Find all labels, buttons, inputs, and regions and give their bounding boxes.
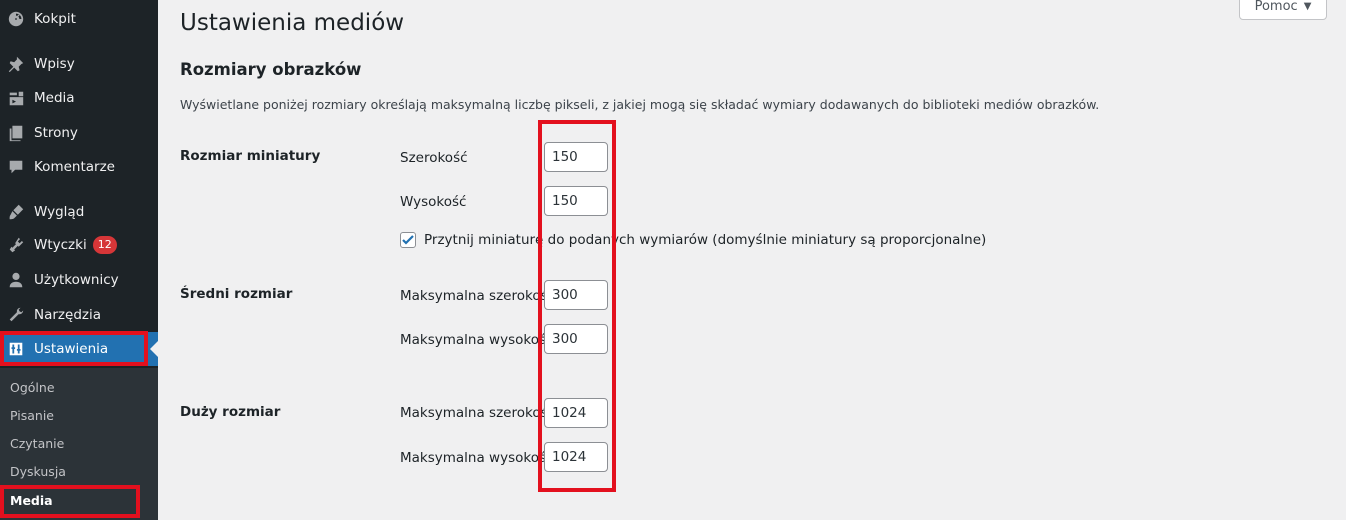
plugins-icon: [6, 235, 26, 255]
sidebar-item-label: Wtyczki: [34, 237, 87, 253]
help-button-label: Pomoc: [1254, 0, 1298, 14]
dashboard-icon: [6, 9, 26, 29]
caret-down-icon: ▼: [1303, 0, 1312, 12]
submenu-item-media[interactable]: Media: [0, 486, 158, 514]
medium-height-label: Maksymalna wysokość: [400, 332, 554, 348]
thumbnail-height-label: Wysokość: [400, 194, 467, 210]
large-width-label: Maksymalna szerokość: [400, 405, 556, 421]
sidebar-item-media[interactable]: Media: [0, 81, 158, 115]
page-title: Ustawienia mediów: [180, 10, 405, 36]
help-button[interactable]: Pomoc ▼: [1239, 0, 1327, 20]
sidebar-item-label: Narzędzia: [34, 307, 101, 323]
section-description: Wyświetlane poniżej rozmiary określają m…: [180, 97, 1100, 112]
section-title: Rozmiary obrazków: [180, 60, 362, 79]
large-size-heading: Duży rozmiar: [180, 404, 281, 420]
submenu-item-discussion[interactable]: Dyskusja: [0, 457, 158, 485]
thumbnail-width-input[interactable]: [544, 142, 608, 172]
sidebar-item-users[interactable]: Użytkownicy: [0, 263, 158, 297]
sidebar-item-comments[interactable]: Komentarze: [0, 150, 158, 184]
large-height-label: Maksymalna wysokość: [400, 450, 554, 466]
sidebar-item-label: Strony: [34, 125, 78, 141]
sidebar-item-tools[interactable]: Narzędzia: [0, 298, 158, 332]
submenu-item-reading[interactable]: Czytanie: [0, 429, 158, 457]
sidebar-item-label: Użytkownicy: [34, 272, 119, 288]
pin-icon: [6, 54, 26, 74]
medium-size-heading: Średni rozmiar: [180, 286, 293, 302]
large-width-input[interactable]: [544, 398, 608, 428]
users-icon: [6, 270, 26, 290]
appearance-icon: [6, 202, 26, 222]
sidebar-item-settings[interactable]: Ustawienia: [0, 332, 158, 366]
medium-height-input[interactable]: [544, 324, 608, 354]
checkmark-icon: [402, 235, 414, 245]
tools-icon: [6, 305, 26, 325]
submenu-item-writing[interactable]: Pisanie: [0, 401, 158, 429]
sidebar-item-dashboard[interactable]: Kokpit: [0, 2, 158, 36]
sidebar-item-label: Ustawienia: [34, 341, 109, 357]
sidebar-item-label: Komentarze: [34, 159, 115, 175]
sidebar-item-appearance[interactable]: Wygląd: [0, 195, 158, 229]
update-count-badge: 12: [92, 236, 117, 254]
thumbnail-size-heading: Rozmiar miniatury: [180, 148, 321, 164]
large-height-input[interactable]: [544, 442, 608, 472]
thumbnail-width-label: Szerokość: [400, 150, 468, 166]
admin-sidebar: Kokpit Wpisy Media Strony Komentarze Wyg…: [0, 0, 158, 520]
medium-width-label: Maksymalna szerokość: [400, 288, 556, 304]
comment-icon: [6, 157, 26, 177]
submenu-item-general[interactable]: Ogólne: [0, 373, 158, 401]
crop-thumbnail-label[interactable]: Przytnij miniaturę do podanych wymiarów …: [424, 232, 986, 248]
sidebar-item-plugins[interactable]: Wtyczki 12: [0, 228, 158, 262]
sidebar-item-posts[interactable]: Wpisy: [0, 47, 158, 81]
settings-icon: [6, 339, 26, 359]
sidebar-item-pages[interactable]: Strony: [0, 116, 158, 150]
settings-submenu: Ogólne Pisanie Czytanie Dyskusja Media: [0, 368, 158, 520]
pages-icon: [6, 123, 26, 143]
main-content: Pomoc ▼ Ustawienia mediów Rozmiary obraz…: [158, 0, 1346, 520]
crop-thumbnail-checkbox[interactable]: [400, 232, 416, 248]
sidebar-item-label: Wpisy: [34, 56, 75, 72]
sidebar-item-label: Wygląd: [34, 204, 85, 220]
sidebar-item-label: Media: [34, 90, 75, 106]
medium-width-input[interactable]: [544, 280, 608, 310]
media-icon: [6, 88, 26, 108]
thumbnail-height-input[interactable]: [544, 186, 608, 216]
active-menu-arrow: [150, 341, 158, 357]
sidebar-item-label: Kokpit: [34, 11, 76, 27]
